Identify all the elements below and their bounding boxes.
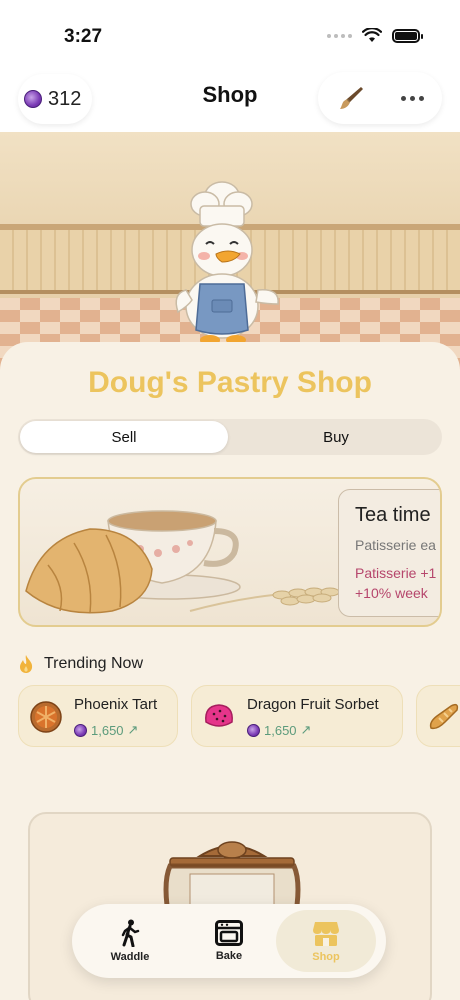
tab-waddle[interactable]: Waddle — [80, 910, 180, 972]
tab-waddle-label: Waddle — [110, 951, 150, 963]
status-time: 3:27 — [64, 26, 103, 47]
paintbrush-icon[interactable] — [336, 83, 366, 113]
dragon-fruit-sorbet-icon — [205, 704, 233, 727]
header-actions — [318, 72, 442, 124]
tab-buy[interactable]: Buy — [232, 421, 440, 453]
event-info-card: Tea time Patisserie ea Patisserie +1 +10… — [338, 489, 440, 617]
tab-bake-label: Bake — [215, 950, 243, 962]
trending-item-price: 1,650 ↗ — [74, 722, 138, 738]
gem-icon — [247, 723, 260, 737]
shop-title: Doug's Pastry Shop — [88, 366, 372, 399]
oven-icon — [215, 920, 243, 946]
trending-item[interactable] — [416, 685, 460, 747]
trending-list: Phoenix Tart 1,650 ↗ Dragon Fruit Sorbet… — [18, 685, 460, 749]
status-bar: 3:27 — [0, 0, 460, 70]
status-icons — [327, 28, 423, 43]
chef-duck-mascot — [175, 181, 279, 345]
baguette-icon — [429, 703, 459, 730]
header: 312 Shop — [0, 70, 460, 132]
trending-title: Trending Now — [44, 655, 144, 672]
flame-icon — [20, 655, 33, 673]
phoenix-tart-icon — [30, 701, 62, 733]
tab-bake[interactable]: Bake — [179, 910, 279, 972]
event-bonus-line-2: +10% week — [355, 585, 428, 601]
tab-shop-label: Shop — [312, 951, 340, 963]
walking-person-icon — [121, 919, 140, 947]
gem-icon — [74, 723, 87, 737]
event-bonus-line-1: Patisserie +1 — [355, 565, 437, 581]
tab-sell[interactable]: Sell — [20, 421, 228, 453]
trending-item[interactable]: Dragon Fruit Sorbet 1,650 ↗ — [191, 685, 403, 747]
bottom-tab-bar: Waddle Bake Shop — [72, 904, 386, 978]
trending-item-price: 1,650 ↗ — [247, 722, 311, 738]
tab-shop[interactable]: Shop — [276, 910, 376, 972]
event-subtitle: Patisserie ea — [355, 537, 436, 553]
wifi-icon — [362, 28, 382, 42]
cellular-signal-icon — [327, 33, 352, 38]
trending-item[interactable]: Phoenix Tart 1,650 ↗ — [18, 685, 178, 747]
event-bonus: Patisserie +1 +10% week — [355, 563, 440, 603]
trending-item-name: Dragon Fruit Sorbet — [247, 696, 379, 713]
battery-icon — [392, 28, 423, 43]
trending-item-name: Phoenix Tart — [74, 696, 158, 713]
hero-scene — [0, 132, 460, 372]
trending-header: Trending Now — [18, 654, 143, 674]
trend-up-icon: ↗ — [127, 722, 139, 737]
sell-buy-segmented-control: Sell Buy — [18, 419, 442, 455]
more-options-icon[interactable] — [401, 95, 425, 101]
event-title: Tea time — [355, 504, 431, 526]
trend-up-icon: ↗ — [300, 722, 312, 737]
storefront-icon — [313, 922, 339, 946]
featured-banner[interactable]: Tea time Patisserie ea Patisserie +1 +10… — [18, 477, 442, 627]
